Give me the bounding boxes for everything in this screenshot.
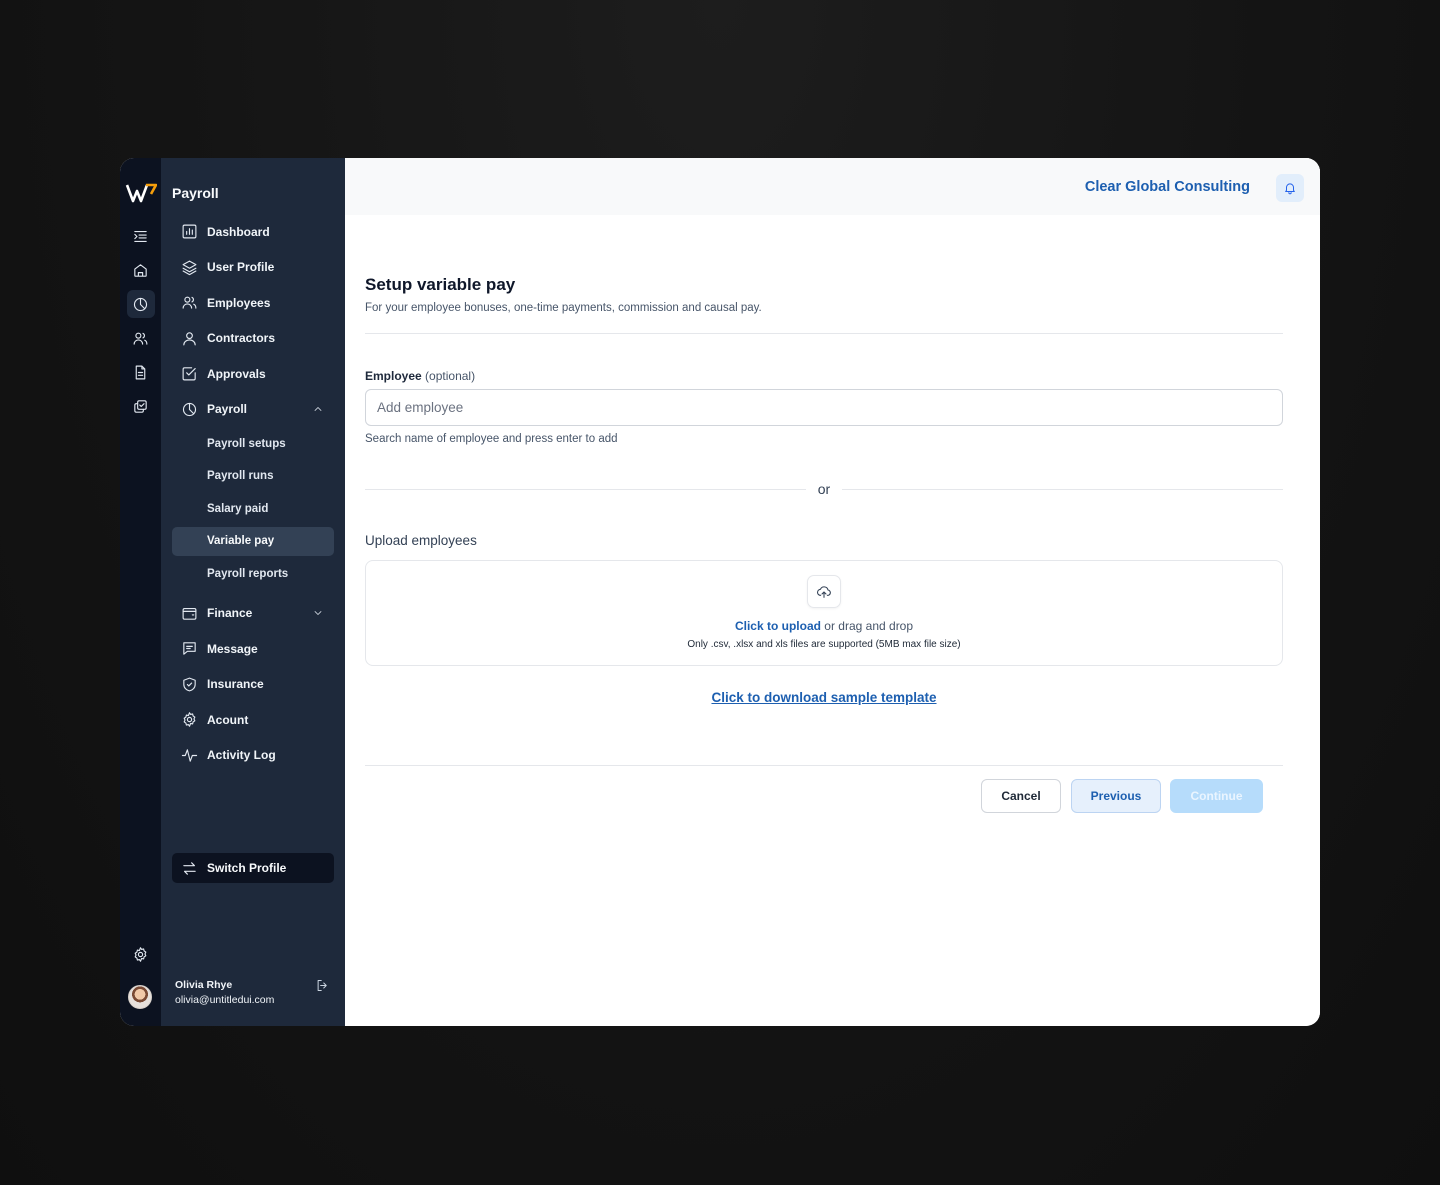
continue-button[interactable]: Continue [1170, 779, 1263, 813]
switch-profile-button[interactable]: Switch Profile [172, 853, 334, 883]
main-content: Clear Global Consulting Setup variable p… [345, 158, 1320, 1026]
page-subtitle: For your employee bonuses, one-time paym… [365, 302, 762, 314]
sidebar-item-label: Finance [207, 606, 253, 621]
user-icon [183, 332, 196, 346]
sidebar-item-account[interactable]: Acount [172, 702, 334, 738]
organization-name[interactable]: Clear Global Consulting [1085, 179, 1250, 195]
pie-chart-icon [182, 402, 197, 416]
sidebar-item-salary-paid[interactable]: Salary paid [172, 494, 334, 523]
sidebar-item-approvals[interactable]: Approvals [172, 356, 334, 392]
sidebar-item-label: Acount [207, 712, 249, 727]
sidebar-item-payroll[interactable]: Payroll [172, 392, 334, 428]
settings-gear-icon [183, 712, 196, 728]
file-dropzone[interactable]: Click to upload or drag and drop Only .c… [365, 560, 1283, 666]
sidebar-nav: Dashboard User Profile Employees Contrac… [172, 214, 334, 773]
download-template-text[interactable]: Click to download sample template [711, 690, 936, 705]
sidebar-item-label: Employees [207, 295, 271, 310]
cancel-button[interactable]: Cancel [981, 779, 1061, 813]
sidebar-item-label: Dashboard [207, 224, 270, 239]
notifications-button[interactable] [1276, 174, 1304, 202]
sidebar-item-label: Approvals [207, 366, 266, 381]
document-icon[interactable] [127, 358, 155, 386]
or-divider-right [842, 489, 1283, 490]
sidebar-item-finance[interactable]: Finance [172, 596, 334, 632]
user-email: olivia@untitledui.com [175, 994, 275, 1006]
pie-chart-icon[interactable] [126, 290, 155, 318]
sidebar-item-label: Activity Log [207, 748, 276, 763]
payroll-submenu: Payroll setups Payroll runs Salary paid … [172, 427, 334, 596]
sidebar-item-payroll-runs[interactable]: Payroll runs [172, 462, 334, 491]
sidebar-item-label: Contractors [207, 331, 276, 346]
check-square-icon [182, 367, 196, 381]
message-icon [183, 642, 196, 655]
logout-icon [317, 980, 327, 991]
sidebar-item-insurance[interactable]: Insurance [172, 667, 334, 703]
logout-button[interactable] [315, 978, 330, 998]
sidebar-item-dashboard[interactable]: Dashboard [172, 214, 334, 250]
optional-text: (optional) [425, 369, 476, 383]
wallet-icon [182, 607, 197, 620]
users-icon [182, 296, 197, 309]
employee-search-input[interactable] [365, 389, 1283, 426]
sidebar-item-label: Insurance [207, 677, 264, 692]
sidebar-item-variable-pay[interactable]: Variable pay [172, 526, 334, 556]
sidebar-item-label: Message [207, 641, 258, 656]
page-title: Setup variable pay [365, 275, 516, 294]
sidebar-item-label: User Profile [207, 260, 275, 275]
bar-chart-icon [182, 224, 197, 239]
sidebar-item-message[interactable]: Message [172, 631, 334, 667]
sidebar-item-contractors[interactable]: Contractors [172, 321, 334, 357]
previous-button[interactable]: Previous [1071, 779, 1161, 813]
user-name: Olivia Rhye [175, 979, 233, 991]
chevron-up-icon[interactable] [312, 403, 324, 415]
sidebar: Payroll Dashboard User Profile Employees… [161, 158, 345, 1026]
user-info: Olivia Rhye olivia@untitledui.com [175, 978, 274, 1008]
app-window: Payroll Dashboard User Profile Employees… [120, 158, 1320, 1026]
sidebar-item-activity-log[interactable]: Activity Log [172, 738, 334, 774]
copy-check-icon[interactable] [127, 392, 155, 420]
layers-icon [182, 260, 197, 275]
upload-file-note: Only .csv, .xlsx and xls files are suppo… [687, 639, 961, 650]
or-label: or [817, 481, 831, 497]
shield-check-icon [183, 677, 196, 692]
avatar[interactable] [128, 985, 152, 1009]
employee-field-label: Employee (optional) [365, 369, 475, 383]
users-icon[interactable] [127, 324, 155, 352]
sidebar-item-payroll-setups[interactable]: Payroll setups [172, 429, 334, 458]
switch-profile-label: Switch Profile [207, 861, 287, 875]
footer-divider [365, 765, 1283, 766]
icon-rail [120, 158, 161, 1026]
upload-cloud-icon [817, 585, 831, 598]
activity-icon [181, 749, 198, 762]
switch-arrows-icon [183, 861, 196, 875]
upload-section-label: Upload employees [365, 533, 477, 548]
sidebar-title: Payroll [172, 185, 219, 201]
chevron-down-icon[interactable] [312, 607, 324, 619]
upload-icon-box [807, 575, 841, 608]
top-bar: Clear Global Consulting [345, 158, 1320, 215]
employee-label-text: Employee [365, 369, 422, 383]
download-template-link: Click to download sample template [365, 690, 1283, 705]
sidebar-item-label: Payroll [207, 402, 248, 417]
bell-icon [1285, 183, 1295, 195]
divider [365, 333, 1283, 334]
upload-instructions: Click to upload or drag and drop [366, 619, 1282, 633]
drag-drop-text: or drag and drop [820, 619, 914, 633]
logo-icon [125, 183, 157, 203]
employee-field-hint: Search name of employee and press enter … [365, 433, 618, 445]
click-to-upload-link[interactable]: Click to upload [735, 619, 821, 633]
settings-gear-icon[interactable] [126, 940, 154, 968]
sidebar-item-payroll-reports[interactable]: Payroll reports [172, 559, 334, 588]
sidebar-item-user-profile[interactable]: User Profile [172, 250, 334, 286]
sidebar-item-employees[interactable]: Employees [172, 285, 334, 321]
home-icon[interactable] [127, 256, 155, 284]
menu-toggle-icon[interactable] [127, 222, 155, 250]
